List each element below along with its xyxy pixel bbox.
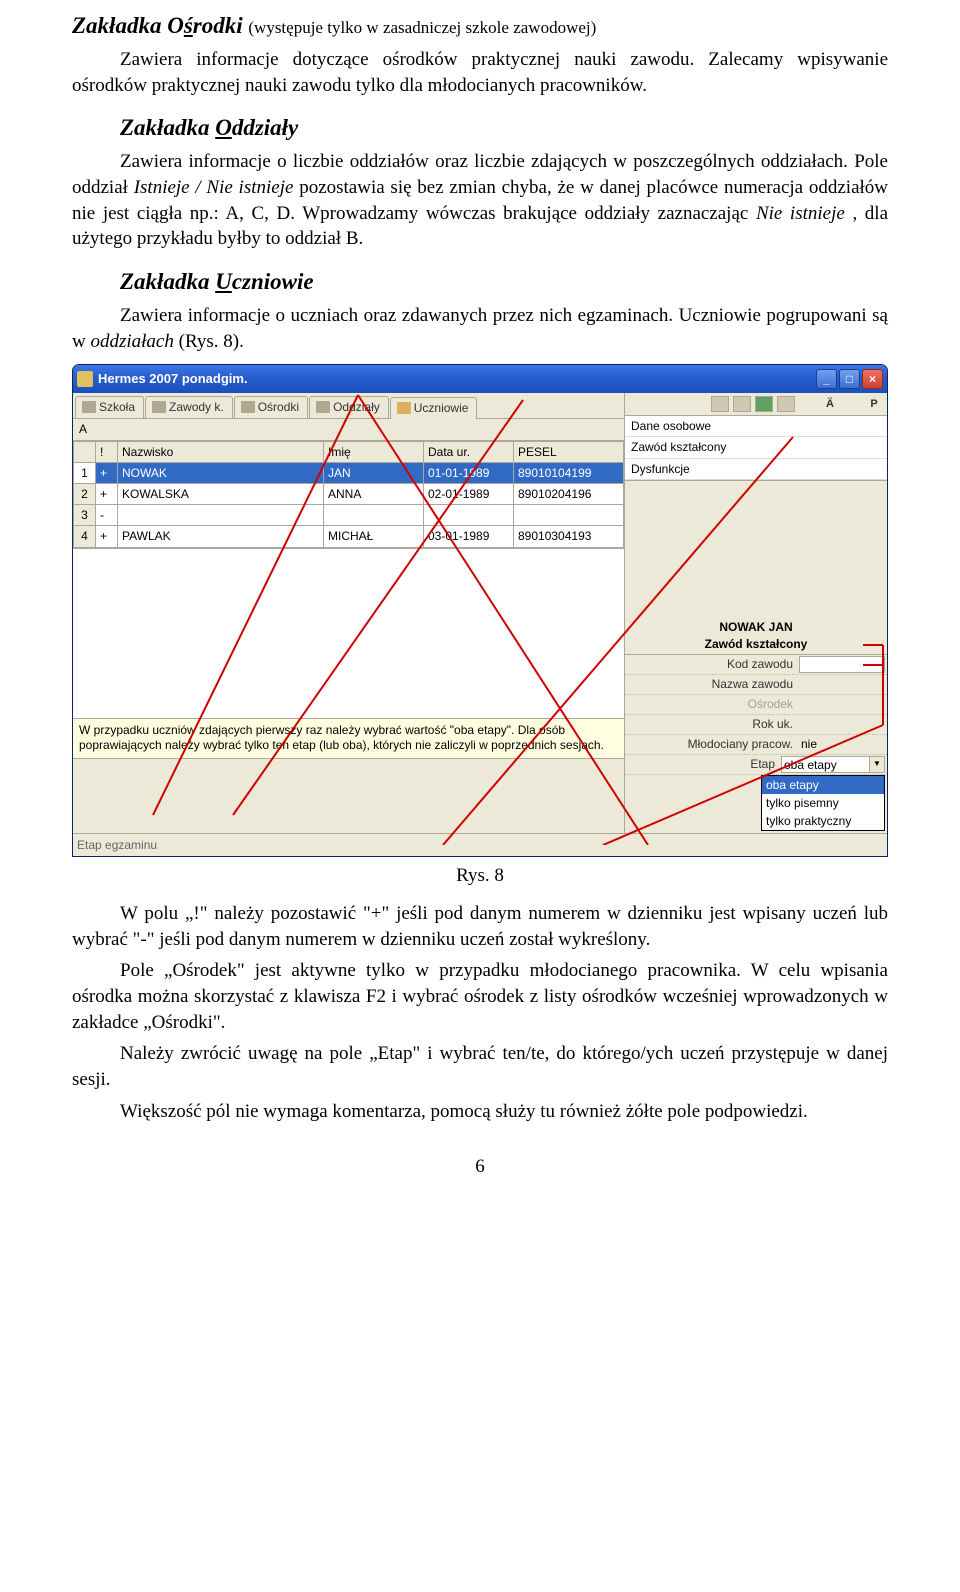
heading-oddzialy: Zakładka Oddziały	[72, 112, 888, 143]
table-row[interactable]: 4 + PAWLAK MICHAŁ 03-01-1989 89010304193	[74, 526, 624, 547]
heading-uczniowie: Zakładka Uczniowie	[72, 266, 888, 297]
maximize-button[interactable]: □	[839, 369, 860, 389]
category-list[interactable]: Dane osobowe Zawód kształcony Dysfunkcje	[625, 416, 887, 481]
building-icon	[241, 401, 255, 413]
field-label: Kod zawodu	[627, 656, 799, 672]
tab-osrodki[interactable]: Ośrodki	[234, 396, 308, 418]
titlebar: Hermes 2007 ponadgim. _ □ ×	[73, 365, 887, 393]
app-icon	[77, 371, 93, 387]
table-row[interactable]: 2 + KOWALSKA ANNA 02-01-1989 89010204196	[74, 484, 624, 505]
tab-zawody[interactable]: Zawody k.	[145, 396, 233, 418]
field-label: Nazwa zawodu	[627, 676, 799, 692]
app-window: Hermes 2007 ponadgim. _ □ × Szkoła Zawod…	[72, 364, 888, 857]
figure-caption: Rys. 8	[72, 863, 888, 889]
category-item[interactable]: Dane osobowe	[625, 416, 887, 437]
statusbar: Etap egzaminu	[73, 833, 887, 856]
rok-input[interactable]	[799, 716, 885, 733]
page-number: 6	[72, 1154, 888, 1180]
hint-box: W przypadku uczniów zdających pierwszy r…	[73, 718, 624, 759]
student-name: NOWAK JAN	[627, 619, 885, 635]
people-icon	[397, 402, 411, 414]
col-data[interactable]: Data ur.	[424, 441, 514, 462]
group-label: A	[73, 419, 624, 440]
toolbar-right: Ä P	[625, 393, 887, 416]
etap-dropdown-list[interactable]: oba etapy tylko pisemny tylko praktyczny	[761, 775, 885, 832]
group-icon	[316, 401, 330, 413]
paragraph: Zawiera informacje o uczniach oraz zdawa…	[72, 303, 888, 354]
paragraph: Należy zwrócić uwagę na pole „Etap" i wy…	[72, 1041, 888, 1092]
field-label: Ośrodek	[627, 696, 799, 712]
category-item[interactable]: Dysfunkcje	[625, 459, 887, 480]
minimize-button[interactable]: _	[816, 369, 837, 389]
field-label: Młodociany pracow.	[627, 736, 799, 752]
building-icon	[82, 401, 96, 413]
chevron-down-icon[interactable]: ▼	[869, 757, 884, 772]
category-item[interactable]: Zawód kształcony	[625, 437, 887, 458]
col-imie[interactable]: Imię	[324, 441, 424, 462]
heading-word: Zakładka	[72, 13, 167, 38]
paragraph: Większość pól nie wymaga komentarza, pom…	[72, 1099, 888, 1125]
col-mark[interactable]: !	[96, 441, 118, 462]
dropdown-option[interactable]: tylko praktyczny	[762, 812, 884, 830]
building-icon	[152, 401, 166, 413]
tabs: Szkoła Zawody k. Ośrodki Oddziały Ucznio…	[73, 393, 624, 419]
tab-oddzialy[interactable]: Oddziały	[309, 396, 389, 418]
toolbar-sep	[843, 396, 861, 412]
toolbar-btn-a[interactable]: Ä	[821, 396, 839, 412]
table-empty-area	[73, 548, 624, 718]
col-nazwisko[interactable]: Nazwisko	[118, 441, 324, 462]
toolbar-btn-p[interactable]: P	[865, 396, 883, 412]
etap-dropdown[interactable]: oba etapy ▼	[781, 756, 885, 773]
table-row[interactable]: 3 -	[74, 505, 624, 526]
heading-osrodki: Zakładka Ośrodki (występuje tylko w zasa…	[72, 10, 888, 41]
kod-zawodu-input[interactable]	[799, 656, 885, 673]
detail-panel: NOWAK JAN Zawód kształcony Kod zawodu Na…	[625, 615, 887, 833]
toolbar-icon[interactable]	[777, 396, 795, 412]
toolbar-icon[interactable]	[733, 396, 751, 412]
table-header-row: ! Nazwisko Imię Data ur. PESEL	[74, 441, 624, 462]
close-button[interactable]: ×	[862, 369, 883, 389]
paragraph: Zawiera informacje dotyczące ośrodków pr…	[72, 47, 888, 98]
paragraph: Zawiera informacje o liczbie oddziałów o…	[72, 149, 888, 252]
toolbar-icon-save[interactable]	[755, 396, 773, 412]
toolbar-icon[interactable]	[711, 396, 729, 412]
students-table[interactable]: ! Nazwisko Imię Data ur. PESEL 1 + NOWAK…	[73, 441, 624, 548]
detail-sub: Zawód kształcony	[627, 636, 885, 652]
paragraph: W polu „!" należy pozostawić "+" jeśli p…	[72, 901, 888, 952]
col-pesel[interactable]: PESEL	[514, 441, 624, 462]
field-label: Rok uk.	[627, 716, 799, 732]
dropdown-option[interactable]: oba etapy	[762, 776, 884, 794]
toolbar-sep	[799, 396, 817, 412]
table-row[interactable]: 1 + NOWAK JAN 01-01-1989 89010104199	[74, 462, 624, 483]
nazwa-zawodu-input[interactable]	[799, 676, 885, 693]
tab-uczniowie[interactable]: Uczniowie	[390, 397, 478, 419]
window-title: Hermes 2007 ponadgim.	[98, 370, 816, 388]
mlodociany-value[interactable]: nie	[799, 736, 885, 752]
dropdown-option[interactable]: tylko pisemny	[762, 794, 884, 812]
paragraph: Pole „Ośrodek" jest aktywne tylko w przy…	[72, 958, 888, 1035]
field-label: Etap	[627, 756, 781, 772]
tab-szkola[interactable]: Szkoła	[75, 396, 144, 418]
